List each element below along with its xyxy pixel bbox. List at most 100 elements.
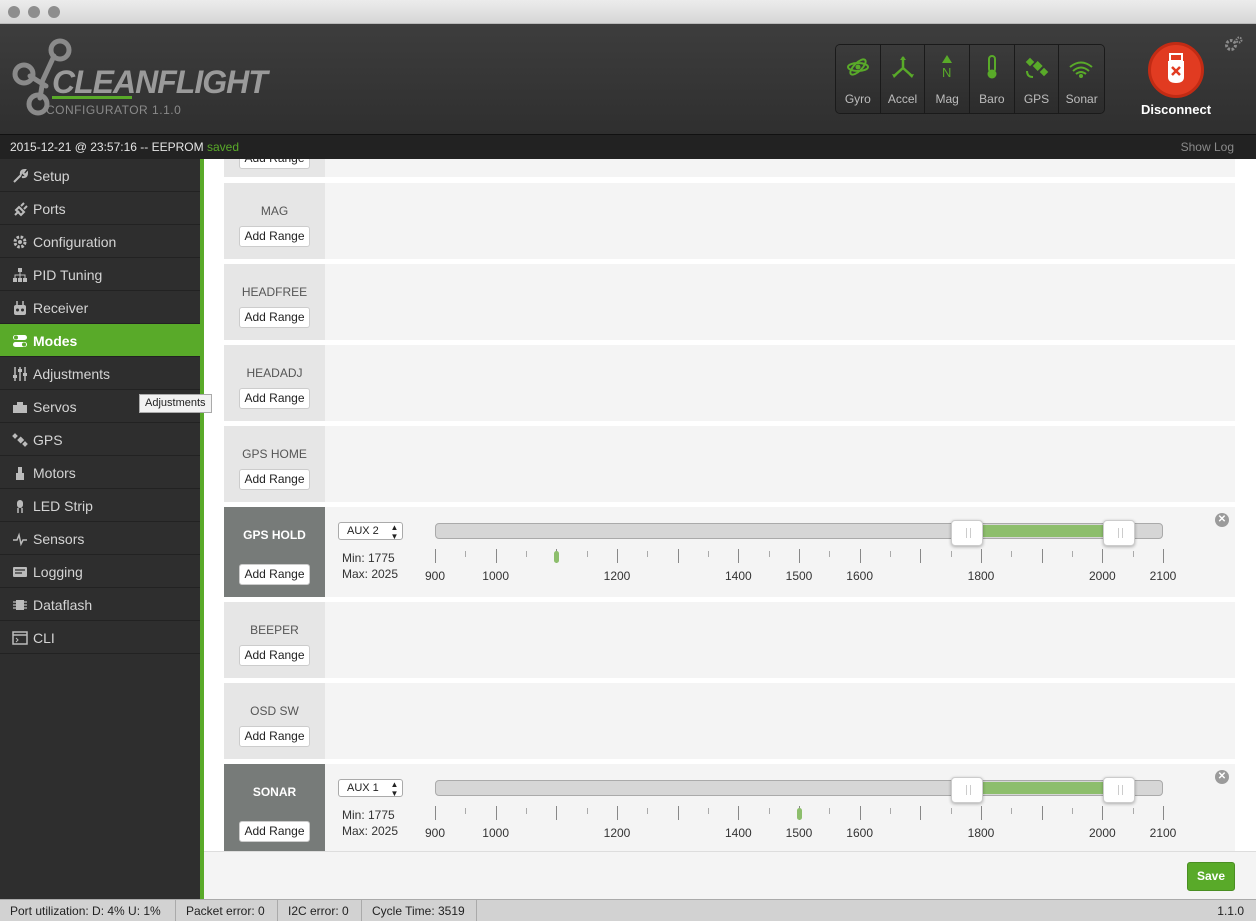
sidebar-item-setup[interactable]: Setup xyxy=(0,159,200,192)
sidebar-item-cli[interactable]: CLI xyxy=(0,621,200,654)
i2c-error: I2C error: 0 xyxy=(278,900,362,921)
sidebar-item-adjustments[interactable]: Adjustments xyxy=(0,357,200,390)
sidebar-item-label: Servos xyxy=(33,399,77,415)
range-slider-fill xyxy=(966,525,1119,537)
add-range-button[interactable]: Add Range xyxy=(239,645,310,666)
minimize-window-button[interactable] xyxy=(28,6,40,18)
sliders-icon xyxy=(13,367,27,381)
channel-select-value: AUX 2 xyxy=(347,525,379,537)
add-range-button[interactable]: Add Range xyxy=(239,821,310,842)
sidebar-item-receiver[interactable]: Receiver xyxy=(0,291,200,324)
sidebar-nav: Setup Ports Configuration PID Tuning Receive… xyxy=(0,159,200,899)
logo-text: CLEANFLIGHT xyxy=(52,64,270,100)
sidebar-item-gps[interactable]: GPS xyxy=(0,423,200,456)
sensor-label: Mag xyxy=(935,92,959,106)
add-range-button[interactable]: Add Range xyxy=(239,564,310,585)
sensor-label: Baro xyxy=(979,92,1005,106)
sidebar-item-dataflash[interactable]: Dataflash xyxy=(0,588,200,621)
scale-tick-label: 1800 xyxy=(967,569,995,583)
remove-range-icon[interactable]: ✕ xyxy=(1215,770,1229,784)
mode-row-gps-hold: GPS HOLD Add Range AUX 2 ▲▼ Min: 1775 Max: 20… xyxy=(224,507,1235,597)
range-slider-track[interactable] xyxy=(435,777,1163,803)
scale-tick xyxy=(1102,806,1104,820)
add-range-button[interactable]: Add Range xyxy=(239,226,310,247)
scale-tick xyxy=(890,808,891,814)
add-range-button[interactable]: Add Range xyxy=(239,307,310,328)
scale-tick-label: 1800 xyxy=(967,826,995,840)
scale-tick-label: 1600 xyxy=(846,569,873,583)
sidebar-item-configuration[interactable]: Configuration xyxy=(0,225,200,258)
scale-tick xyxy=(1041,806,1043,820)
mode-name-cell: GPS HOLD Add Range xyxy=(224,507,325,597)
sensor-gyro: Gyro xyxy=(836,45,881,113)
scale-tick xyxy=(465,551,467,557)
sidebar-item-logging[interactable]: Logging xyxy=(0,555,200,588)
show-log-link[interactable]: Show Log xyxy=(1181,140,1234,154)
sidebar-item-pid-tuning[interactable]: PID Tuning xyxy=(0,258,200,291)
sidebar-item-modes[interactable]: Modes xyxy=(0,324,200,357)
sensor-label: Gyro xyxy=(844,92,871,106)
scale-tick xyxy=(890,551,891,557)
app-header: CLEANFLIGHT CONFIGURATOR 1.1.0 Gyro Accel… xyxy=(0,24,1256,134)
scale-tick xyxy=(617,806,618,820)
channel-select[interactable]: AUX 1 ▲▼ xyxy=(338,779,403,798)
sidebar-item-motors[interactable]: Motors xyxy=(0,456,200,489)
scale-tick xyxy=(859,806,861,820)
mode-name: OSD SW xyxy=(250,704,299,718)
satellite-icon xyxy=(12,433,28,447)
sidebar-item-ports[interactable]: Ports xyxy=(0,192,200,225)
eeprom-saved-state: saved xyxy=(206,140,239,154)
scale-tick-label: 2100 xyxy=(1149,826,1177,840)
select-arrows-icon: ▲▼ xyxy=(390,780,399,798)
scale-tick xyxy=(617,549,618,563)
sidebar-item-led-strip[interactable]: LED Strip xyxy=(0,489,200,522)
scale-tick-label: 1200 xyxy=(603,569,631,583)
settings-gear-icon[interactable] xyxy=(1224,36,1244,52)
disconnect-button[interactable]: Disconnect xyxy=(1140,42,1212,122)
add-range-button[interactable]: Add Range xyxy=(239,469,310,490)
add-range-button[interactable]: Add Range xyxy=(239,388,310,409)
range-max-handle[interactable] xyxy=(1102,520,1135,546)
range-slider-track[interactable] xyxy=(435,520,1163,546)
remove-range-icon[interactable]: ✕ xyxy=(1215,513,1229,527)
chip-icon xyxy=(13,600,27,610)
sensor-label: GPS xyxy=(1023,92,1050,106)
sidebar-item-label: Sensors xyxy=(33,531,85,547)
channel-select[interactable]: AUX 2 ▲▼ xyxy=(338,522,403,541)
mode-name: HEADFREE xyxy=(241,285,308,299)
zoom-window-button[interactable] xyxy=(48,6,60,18)
sensor-baro: Baro xyxy=(970,45,1015,113)
scale-tick xyxy=(829,551,831,557)
scale-tick xyxy=(677,549,679,563)
sidebar-item-label: Receiver xyxy=(33,300,89,316)
scale-tick xyxy=(768,551,770,557)
scale-tick xyxy=(1163,806,1164,820)
range-max-handle[interactable] xyxy=(1102,777,1135,803)
status-bar: 2015-12-21 @ 23:57:16 -- EEPROM saved Sh… xyxy=(0,134,1256,159)
sidebar-item-label: Logging xyxy=(33,564,83,580)
configurator-version: CONFIGURATOR 1.1.0 xyxy=(46,103,182,117)
scale-tick xyxy=(738,806,740,820)
close-window-button[interactable] xyxy=(8,6,20,18)
sidebar-item-label: Motors xyxy=(33,465,76,481)
add-range-button[interactable]: Add Range xyxy=(239,159,310,169)
scale-tick-label: 1600 xyxy=(846,826,873,840)
mode-name: MAG xyxy=(260,204,289,218)
save-button[interactable]: Save xyxy=(1187,862,1235,891)
servo-icon xyxy=(13,402,27,413)
status-timestamp: 2015-12-21 @ 23:57:16 -- EEPROM xyxy=(10,140,204,154)
sidebar-item-label: Dataflash xyxy=(33,597,93,613)
sidebar-item-label: Setup xyxy=(33,168,70,184)
accel-icon xyxy=(891,56,914,78)
range-min-handle[interactable] xyxy=(950,520,983,546)
scale-tick xyxy=(435,549,436,563)
baro-icon xyxy=(987,55,997,79)
scale-tick-label: 900 xyxy=(424,569,446,583)
mode-name-cell: GPS HOME Add Range xyxy=(224,426,325,502)
add-range-button[interactable]: Add Range xyxy=(239,726,310,747)
range-min-handle[interactable] xyxy=(950,777,983,803)
sidebar-item-label: Adjustments xyxy=(33,366,111,382)
scale-tick-label: 2000 xyxy=(1088,826,1116,840)
scale-tick xyxy=(1163,549,1164,563)
sidebar-item-sensors[interactable]: Sensors xyxy=(0,522,200,555)
